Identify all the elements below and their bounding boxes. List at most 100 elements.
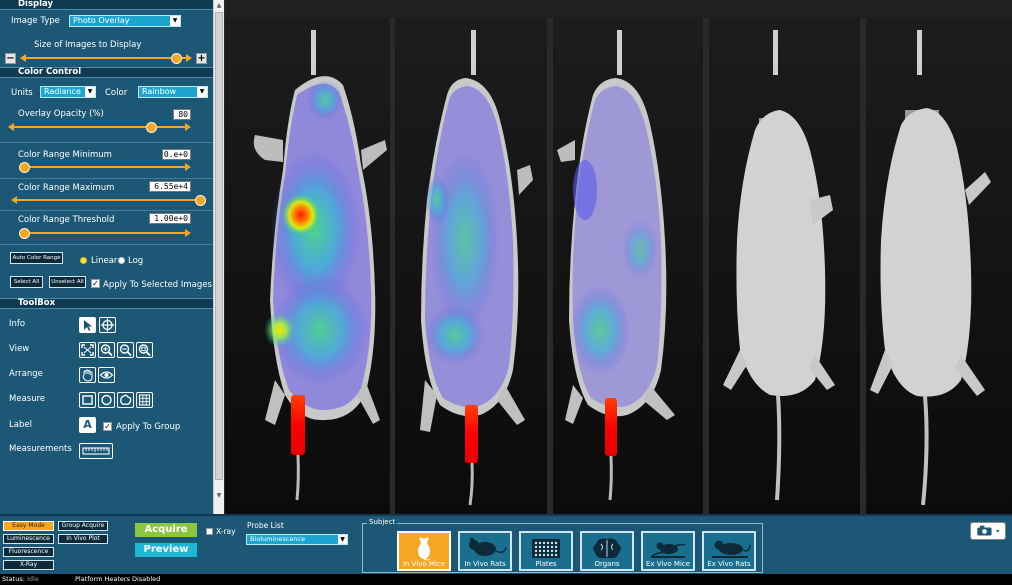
pan-tool-button[interactable]	[79, 367, 96, 383]
scroll-down-arrow-icon[interactable]: ▼	[215, 491, 223, 501]
apply-group-label: Apply To Group	[116, 422, 181, 432]
apply-selected-checkbox[interactable]: ✓	[91, 279, 100, 288]
range-min-slider[interactable]	[19, 162, 191, 173]
acquisition-bar: Easy Mode Luminescence Fluorescence X-Ra…	[0, 514, 1012, 574]
scrollbar-thumb[interactable]	[215, 12, 223, 480]
slider-knob[interactable]	[146, 122, 158, 133]
subject-in-vivo-rats[interactable]: In Vivo Rats	[458, 531, 512, 571]
display-section-header[interactable]: Display	[0, 0, 213, 10]
in-vivo-plot-button[interactable]: In Vivo Plot	[58, 534, 108, 544]
cursor-icon	[84, 320, 92, 331]
fluorescence-mode-button[interactable]: Fluorescence	[3, 547, 54, 557]
measurements-table-button[interactable]	[79, 443, 113, 459]
range-max-value-field[interactable]: 6.55e+4	[149, 181, 191, 192]
zoom-out-button[interactable]	[117, 342, 134, 358]
probe-list-label: Probe List	[247, 521, 284, 530]
threshold-value-field[interactable]: 1.00e+0	[149, 213, 191, 224]
subject-tile-label: Organs	[594, 560, 620, 568]
ex-vivo-rat-icon	[712, 540, 751, 558]
auto-color-range-button[interactable]: Auto Color Range	[10, 252, 63, 264]
zoom-region-button[interactable]	[136, 342, 153, 358]
size-label: Size of Images to Display	[34, 40, 142, 50]
subject-tile-label: In Vivo Mice	[402, 560, 446, 568]
divider	[0, 210, 213, 211]
color-value: Rainbow	[142, 87, 177, 96]
scroll-up-arrow-icon[interactable]: ▲	[215, 1, 223, 11]
subject-in-vivo-mice[interactable]: In Vivo Mice	[397, 531, 451, 571]
apply-group-checkbox[interactable]: ✓	[103, 422, 112, 431]
slider-right-arrow-icon	[185, 123, 191, 131]
luminescence-mode-button[interactable]: Luminescence	[3, 534, 54, 544]
mice-overlay-image[interactable]	[225, 0, 1012, 514]
eye-icon	[99, 371, 114, 379]
acquire-button[interactable]: Acquire	[135, 523, 197, 537]
zoom-region-icon	[138, 344, 151, 357]
opacity-value-field[interactable]: 80	[173, 109, 191, 120]
divider	[0, 244, 213, 245]
image-type-select[interactable]: Photo Overlay ▼	[69, 15, 181, 27]
view-tool-button[interactable]	[98, 367, 115, 383]
expand-icon	[81, 344, 94, 356]
range-max-slider[interactable]	[11, 195, 211, 206]
slider-right-arrow-icon	[185, 163, 191, 171]
fit-view-button[interactable]	[79, 342, 96, 358]
apply-selected-label: Apply To Selected Images	[103, 280, 212, 290]
range-min-value-field[interactable]: 0.e+0	[162, 149, 191, 160]
size-decrease-button[interactable]: −	[5, 53, 16, 64]
subject-label: Subject	[367, 518, 398, 526]
opacity-label: Overlay Opacity (%)	[18, 109, 104, 119]
status-label: Status:	[2, 575, 25, 583]
zoom-in-button[interactable]	[98, 342, 115, 358]
chevron-down-icon: ▼	[85, 87, 95, 97]
opacity-slider[interactable]	[8, 122, 191, 133]
view-label: View	[9, 344, 30, 354]
toolbox-section-header[interactable]: ToolBox	[0, 298, 213, 309]
size-increase-button[interactable]: +	[196, 53, 207, 64]
pointer-tool-button[interactable]	[79, 317, 96, 333]
preview-button[interactable]: Preview	[135, 543, 197, 557]
freehand-icon	[120, 394, 132, 405]
slider-knob[interactable]	[170, 53, 182, 64]
color-select[interactable]: Rainbow ▼	[138, 86, 208, 98]
subject-tile-label: In Vivo Rats	[464, 560, 506, 568]
subject-plates[interactable]: Plates	[519, 531, 573, 571]
measure-label: Measure	[9, 394, 46, 404]
slider-knob[interactable]	[19, 228, 30, 239]
subject-ex-vivo-rats[interactable]: Ex Vivo Rats	[702, 531, 756, 571]
log-radio[interactable]	[118, 257, 125, 264]
size-slider[interactable]	[20, 53, 192, 64]
rat-icon	[469, 537, 507, 556]
divider	[0, 142, 213, 143]
unselect-all-button[interactable]: Unselect All	[49, 276, 86, 288]
xray-mode-button[interactable]: X-Ray	[3, 560, 54, 570]
threshold-slider[interactable]	[19, 228, 191, 239]
status-message: Platform Heaters Disabled	[75, 575, 161, 583]
well-plate-icon	[532, 539, 560, 558]
crosshair-tool-button[interactable]	[99, 317, 116, 333]
slider-knob[interactable]	[19, 162, 30, 173]
circle-icon	[101, 394, 112, 406]
camera-options-button[interactable]	[970, 522, 1006, 540]
group-acquire-button[interactable]: Group Acquire	[58, 521, 108, 531]
circle-roi-button[interactable]	[98, 392, 115, 408]
units-select[interactable]: Radiance ▼	[40, 86, 96, 98]
image-viewer[interactable]	[225, 0, 1012, 514]
linear-radio[interactable]	[80, 257, 87, 264]
grid-icon	[138, 394, 151, 406]
easy-mode-button[interactable]: Easy Mode	[3, 521, 54, 531]
probe-list-select[interactable]: Bioluminescence ▼	[246, 534, 348, 545]
slider-knob[interactable]	[195, 195, 207, 206]
select-all-button[interactable]: Select All	[10, 276, 43, 288]
freehand-roi-button[interactable]	[117, 392, 134, 408]
subject-ex-vivo-mice[interactable]: Ex Vivo Mice	[641, 531, 695, 571]
hand-icon	[82, 369, 93, 382]
subject-organs[interactable]: Organs	[580, 531, 634, 571]
text-label-tool-button[interactable]: A	[79, 417, 96, 433]
left-panel-scrollbar[interactable]: ▲ ▼	[213, 0, 224, 514]
rectangle-roi-button[interactable]	[79, 392, 96, 408]
xray-checkbox[interactable]	[206, 528, 213, 535]
subject-tile-label: Ex Vivo Mice	[645, 560, 691, 568]
color-control-section-header[interactable]: Color Control	[0, 67, 213, 78]
chevron-down-icon: ▼	[338, 535, 347, 544]
grid-roi-button[interactable]	[136, 392, 153, 408]
